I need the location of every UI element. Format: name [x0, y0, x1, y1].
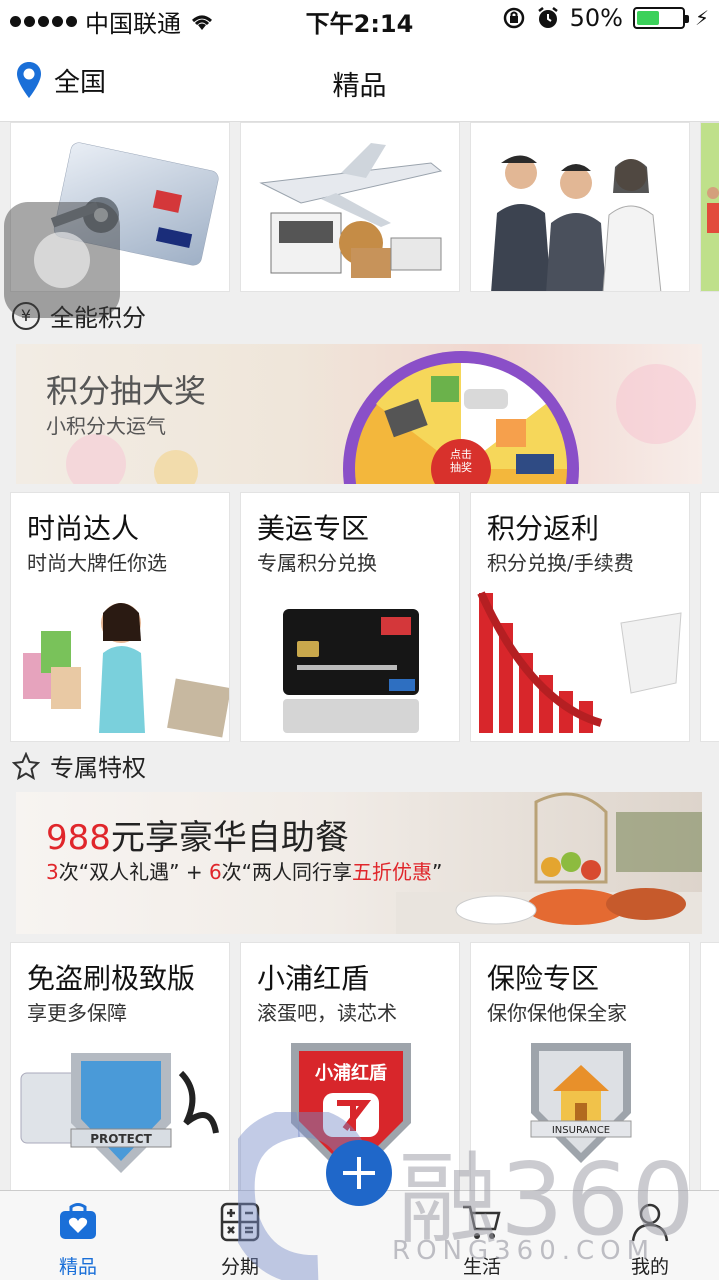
- badge-protect: PROTECT: [90, 1132, 152, 1146]
- protect-shield-image: PROTECT: [20, 1053, 219, 1173]
- buffet-line-b-num: 6: [208, 860, 222, 884]
- red-bar-graph-image: [477, 591, 682, 733]
- tile-lucky-title: 美运专区: [257, 512, 370, 545]
- buffet-line-b-highlight: 五折优惠: [352, 860, 433, 884]
- section-title-privilege: 专属特权: [50, 754, 146, 782]
- plus-icon: [343, 1157, 375, 1189]
- star-outline-icon: [12, 751, 40, 780]
- tile-rebate-subtitle: 积分兑换/手续费: [487, 551, 634, 575]
- buffet-title: 988元享豪华自助餐: [46, 810, 349, 859]
- tile-red-shield-title: 小浦红盾: [257, 962, 370, 995]
- rotation-lock-icon: [503, 7, 524, 29]
- watermark-sub: RONG360.COM: [392, 1236, 656, 1266]
- buffet-line-a-text: 次“双人礼遇” +: [58, 860, 209, 884]
- navigation-bar: 全国 精品: [0, 40, 719, 122]
- shopping-woman-image: [23, 603, 229, 738]
- lottery-wheel-button[interactable]: 点击 抽奖: [441, 448, 481, 474]
- tile-insurance-subtitle: 保你保他保全家: [487, 1001, 627, 1025]
- battery-percent: 50%: [569, 4, 623, 32]
- assistive-touch-button[interactable]: [4, 202, 120, 318]
- battery-level: [636, 11, 659, 25]
- tile-fashion-subtitle: 时尚大牌任你选: [27, 551, 167, 575]
- tab-featured-label: 精品: [58, 1256, 97, 1278]
- business-people-image: [471, 123, 689, 291]
- charging-icon: ⚡: [694, 6, 709, 30]
- status-bar: 中国联通 下午2:14 50% ⚡: [0, 0, 719, 40]
- black-credit-card-image: [283, 609, 419, 733]
- promo-card-partial[interactable]: [700, 122, 719, 292]
- buffet-line-b-end: ”: [432, 860, 443, 884]
- buffet-line-b-text: 次“两人同行享: [221, 860, 353, 884]
- tile-anti-fraud[interactable]: 免盗刷极致版 享更多保障 PROTECT: [10, 942, 230, 1190]
- lottery-subtitle: 小积分大运气: [46, 414, 166, 438]
- buffet-line-a-num: 3: [46, 860, 59, 884]
- tile-insurance-title: 保险专区: [487, 962, 600, 995]
- tile-anti-fraud-title: 免盗刷极致版: [27, 962, 196, 995]
- airplane-truck-image: [241, 123, 459, 291]
- tile-lucky-subtitle: 专属积分兑换: [257, 551, 377, 575]
- sports-image: [701, 123, 719, 291]
- bag-heart-icon: [60, 1203, 96, 1239]
- tab-installment-label: 分期: [220, 1256, 259, 1278]
- wheel-label-2: 抽奖: [450, 461, 472, 474]
- alarm-icon: [537, 7, 558, 28]
- tile-partial[interactable]: [700, 492, 719, 742]
- tab-featured[interactable]: 精品: [28, 1201, 128, 1279]
- badge-red-shield: 小浦红盾: [315, 1062, 387, 1084]
- lottery-banner[interactable]: 积分抽大奖 小积分大运气 点击 抽奖: [16, 344, 702, 484]
- buffet-banner[interactable]: 988元享豪华自助餐 3次“双人礼遇” + 6次“两人同行享五折优惠”: [16, 792, 702, 934]
- tile-fashion[interactable]: 时尚达人 时尚大牌任你选: [10, 492, 230, 742]
- battery-icon: [632, 7, 689, 29]
- status-right: 50% ⚡: [502, 4, 709, 32]
- wheel-label-1: 点击: [450, 448, 472, 461]
- add-fab-button[interactable]: [326, 1140, 392, 1206]
- promo-card-business[interactable]: [470, 122, 690, 292]
- tile-rebate-title: 积分返利: [487, 512, 600, 545]
- tile-lucky-zone[interactable]: 美运专区 专属积分兑换: [240, 492, 460, 742]
- tile-partial-2[interactable]: [700, 942, 719, 1190]
- lottery-title: 积分抽大奖: [46, 372, 207, 410]
- tile-red-shield-subtitle: 滚蛋吧，读芯术: [257, 1001, 397, 1025]
- page-title: 精品: [332, 71, 387, 102]
- tab-installment[interactable]: 分期: [190, 1201, 290, 1279]
- tile-rebate[interactable]: 积分返利 积分兑换/手续费: [470, 492, 690, 742]
- tile-anti-fraud-subtitle: 享更多保障: [27, 1001, 127, 1025]
- buffet-price: 988: [46, 818, 111, 858]
- promo-card-logistics[interactable]: [240, 122, 460, 292]
- buffet-subtitle: 3次“双人礼遇” + 6次“两人同行享五折优惠”: [46, 856, 442, 885]
- section-header-privilege: 专属特权: [12, 748, 146, 783]
- buffet-title-rest: 元享豪华自助餐: [110, 818, 349, 858]
- calculator-icon: [220, 1202, 260, 1242]
- tile-fashion-title: 时尚达人: [27, 512, 140, 545]
